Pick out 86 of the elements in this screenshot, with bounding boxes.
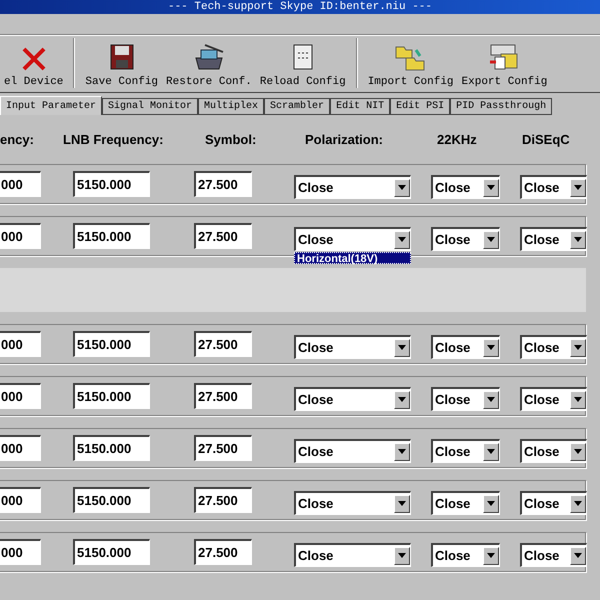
caret-icon [394,494,410,512]
dropdown[interactable]: Close [431,335,500,359]
caret-icon [570,442,586,460]
text-field[interactable]: 000 [0,383,41,409]
caret-icon [394,338,410,356]
card-box-icon [192,42,225,72]
dropdown[interactable]: Close [520,543,587,567]
dropdown[interactable]: Close [520,227,587,251]
text-field[interactable]: 5150.000 [73,487,150,513]
caret-icon [394,546,410,564]
dropdown[interactable]: Close [294,175,411,199]
dropdown[interactable]: Close [431,543,500,567]
toolbar-button[interactable]: el Device [0,46,68,90]
tab[interactable]: Input Parameter [0,96,102,115]
dropdown[interactable]: Close [520,439,587,463]
caret-icon [570,178,586,196]
caret-icon [394,390,410,408]
dropdown[interactable]: Close [520,491,587,515]
dropdown[interactable]: Close [294,491,411,515]
text-field[interactable]: 5150.000 [73,383,150,409]
caret-icon [570,230,586,248]
toolbar-button[interactable]: Import Config [364,42,458,90]
tab[interactable]: Edit NIT [330,98,390,115]
tab[interactable]: Multiplex [198,98,264,115]
toolbar-button[interactable]: Export Config [458,42,552,90]
caret-icon [483,494,499,512]
caret-icon [483,442,499,460]
caret-icon [570,546,586,564]
text-field[interactable]: 000 [0,435,41,461]
text-field[interactable]: 27.500 [194,331,252,357]
dropdown[interactable]: Close [520,387,587,411]
column-header: LNB Frequency: [63,131,164,150]
column-header: DiSEqC [522,131,571,150]
dropdown-option[interactable]: Horizontal(18V) [294,252,411,264]
caret-icon [570,390,586,408]
caret-icon [570,494,586,512]
text-field[interactable]: 27.500 [194,171,252,197]
tab[interactable]: PID Passthrough [450,98,552,115]
column-header: Polarization: [305,131,384,150]
dropdown[interactable]: Close [431,387,500,411]
dropdown[interactable]: Close [520,175,587,199]
dropdown[interactable]: Close [431,175,500,199]
text-field[interactable]: 000 [0,171,41,197]
caret-icon [394,178,410,196]
text-field[interactable]: 27.500 [194,487,252,513]
dropdown[interactable]: Close [520,335,587,359]
caret-icon [394,230,410,248]
text-field[interactable]: 27.500 [194,223,252,249]
caret-icon [483,338,499,356]
tab[interactable]: Edit PSI [390,98,450,115]
dropdown[interactable]: Close [294,335,411,359]
dropdown[interactable]: Close [431,439,500,463]
caret-icon [483,230,499,248]
text-field[interactable]: 5150.000 [73,331,150,357]
cross-icon [20,46,47,72]
dropdown[interactable]: Close [294,387,411,411]
toolbar-button[interactable]: Restore Conf. [162,42,256,90]
dropdown[interactable]: Close [294,543,411,567]
column-header: 22KHz [437,131,478,150]
window-title: --- Tech-support Skype ID:benter.niu --- [168,1,432,13]
dropdown[interactable]: Close [431,227,500,251]
text-field[interactable]: 5150.000 [73,223,150,249]
column-header: ency: [0,131,35,150]
text-field[interactable]: 000 [0,331,41,357]
text-field[interactable]: 000 [0,539,41,565]
dropdown[interactable]: Close [294,439,411,463]
tab[interactable]: Scrambler [264,98,330,115]
text-field[interactable]: 27.500 [194,383,252,409]
caret-icon [394,442,410,460]
text-field[interactable]: 27.500 [194,435,252,461]
toolbar-button[interactable]: Save Config [81,42,162,90]
text-field[interactable]: 5150.000 [73,435,150,461]
caret-icon [483,178,499,196]
text-field[interactable]: 000 [0,223,41,249]
caret-icon [570,338,586,356]
toolbar-button[interactable]: Reload Config [256,42,350,90]
column-header: Symbol: [205,131,258,150]
text-field[interactable]: 5150.000 [73,539,150,565]
text-field[interactable]: 000 [0,487,41,513]
dropdown[interactable]: Close [294,227,411,251]
tab[interactable]: Signal Monitor [102,98,198,115]
text-field[interactable]: 27.500 [194,539,252,565]
text-field[interactable]: 5150.000 [73,171,150,197]
caret-icon [483,546,499,564]
caret-icon [483,390,499,408]
dropdown[interactable]: Close [431,491,500,515]
